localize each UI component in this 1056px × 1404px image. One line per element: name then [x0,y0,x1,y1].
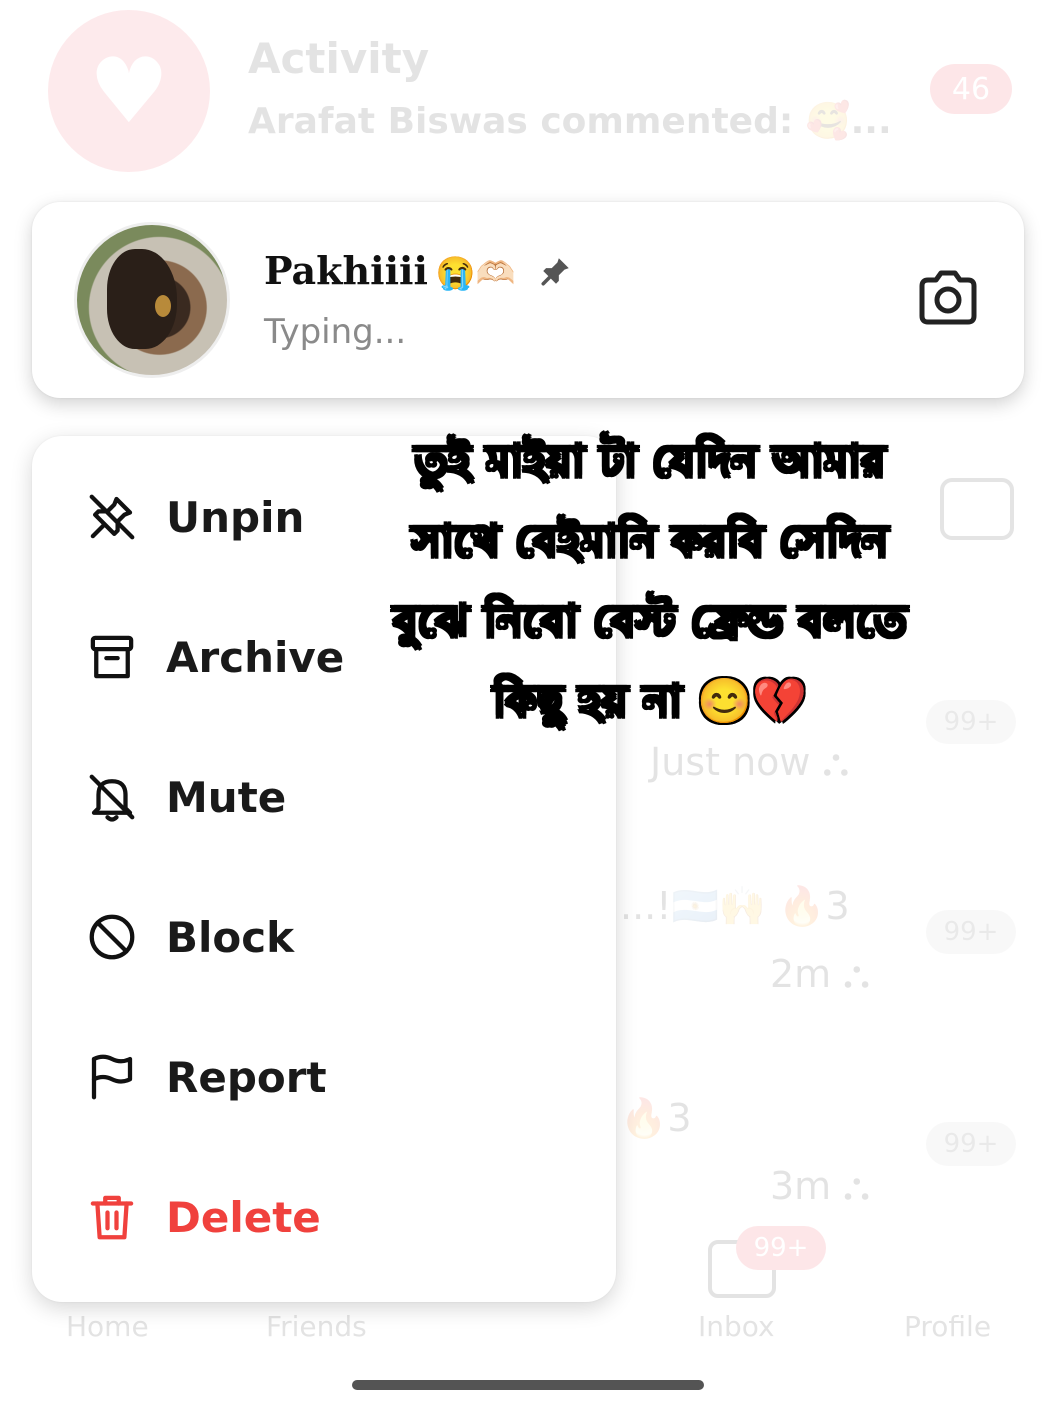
nav-inbox: Inbox [698,1310,775,1343]
home-indicator[interactable] [352,1380,704,1390]
bg-row-badge: 99+ [926,1122,1016,1166]
menu-item-block[interactable]: Block [32,882,616,992]
menu-item-delete[interactable]: Delete [32,1162,616,1272]
mute-bell-icon [84,769,140,825]
unpin-icon [84,489,140,545]
trash-icon [84,1189,140,1245]
archive-icon [84,629,140,685]
menu-item-label: Archive [166,632,345,682]
bg-row-time: 3m ⛬ [770,1164,870,1208]
inbox-icon [708,1240,776,1298]
menu-item-label: Unpin [166,492,305,542]
avatar [74,222,230,378]
caption-line: বুঝে নিবো বেস্ট ফ্রেন্ড বলতে [392,595,907,648]
chat-name: Pakhiiii 😭🫶🏻 [264,248,573,297]
menu-item-label: Report [166,1052,327,1102]
menu-item-mute[interactable]: Mute [32,742,616,852]
pin-icon [539,252,573,297]
overlay-caption: তুই মাইয়া টা যেদিন আমার সাথে বেইমানি কর… [330,422,970,742]
caption-line: সাথে বেইমানি করবি সেদিন [411,515,889,568]
chat-name-emojis: 😭🫶🏻 [435,254,516,292]
bg-row-preview: 🔥3 [620,1096,692,1140]
menu-item-label: Delete [166,1192,321,1242]
activity-badge: 46 [930,64,1012,114]
activity-title: Activity [248,34,430,83]
caption-line: কিছু হয় না 😊💔 [492,675,808,728]
bg-row-badge: 99+ [926,910,1016,954]
caption-line: তুই মাইয়া টা যেদিন আমার [414,435,887,488]
chat-name-text: Pakhiiii [264,248,428,293]
nav-home: Home [66,1310,149,1343]
activity-subtitle: Arafat Biswas commented: 🥰... [248,101,892,142]
nav-friends: Friends [266,1310,367,1343]
block-icon [84,909,140,965]
pinned-chat-card[interactable]: Pakhiiii 😭🫶🏻 Typing... [32,202,1024,398]
activity-heart-icon: ♥ [48,10,210,172]
menu-item-label: Mute [166,772,287,822]
nav-profile: Profile [904,1310,992,1343]
flag-icon [84,1049,140,1105]
inbox-badge: 99+ [736,1226,826,1270]
chat-status: Typing... [264,312,407,352]
bg-row-time: 2m ⛬ [770,952,870,996]
menu-item-report[interactable]: Report [32,1022,616,1132]
menu-item-label: Block [166,912,295,962]
bg-row-preview: ...!🇦🇷🙌 🔥3 [620,884,850,928]
bg-row-time: Just now ⛬ [650,740,850,784]
camera-icon[interactable] [916,270,980,326]
